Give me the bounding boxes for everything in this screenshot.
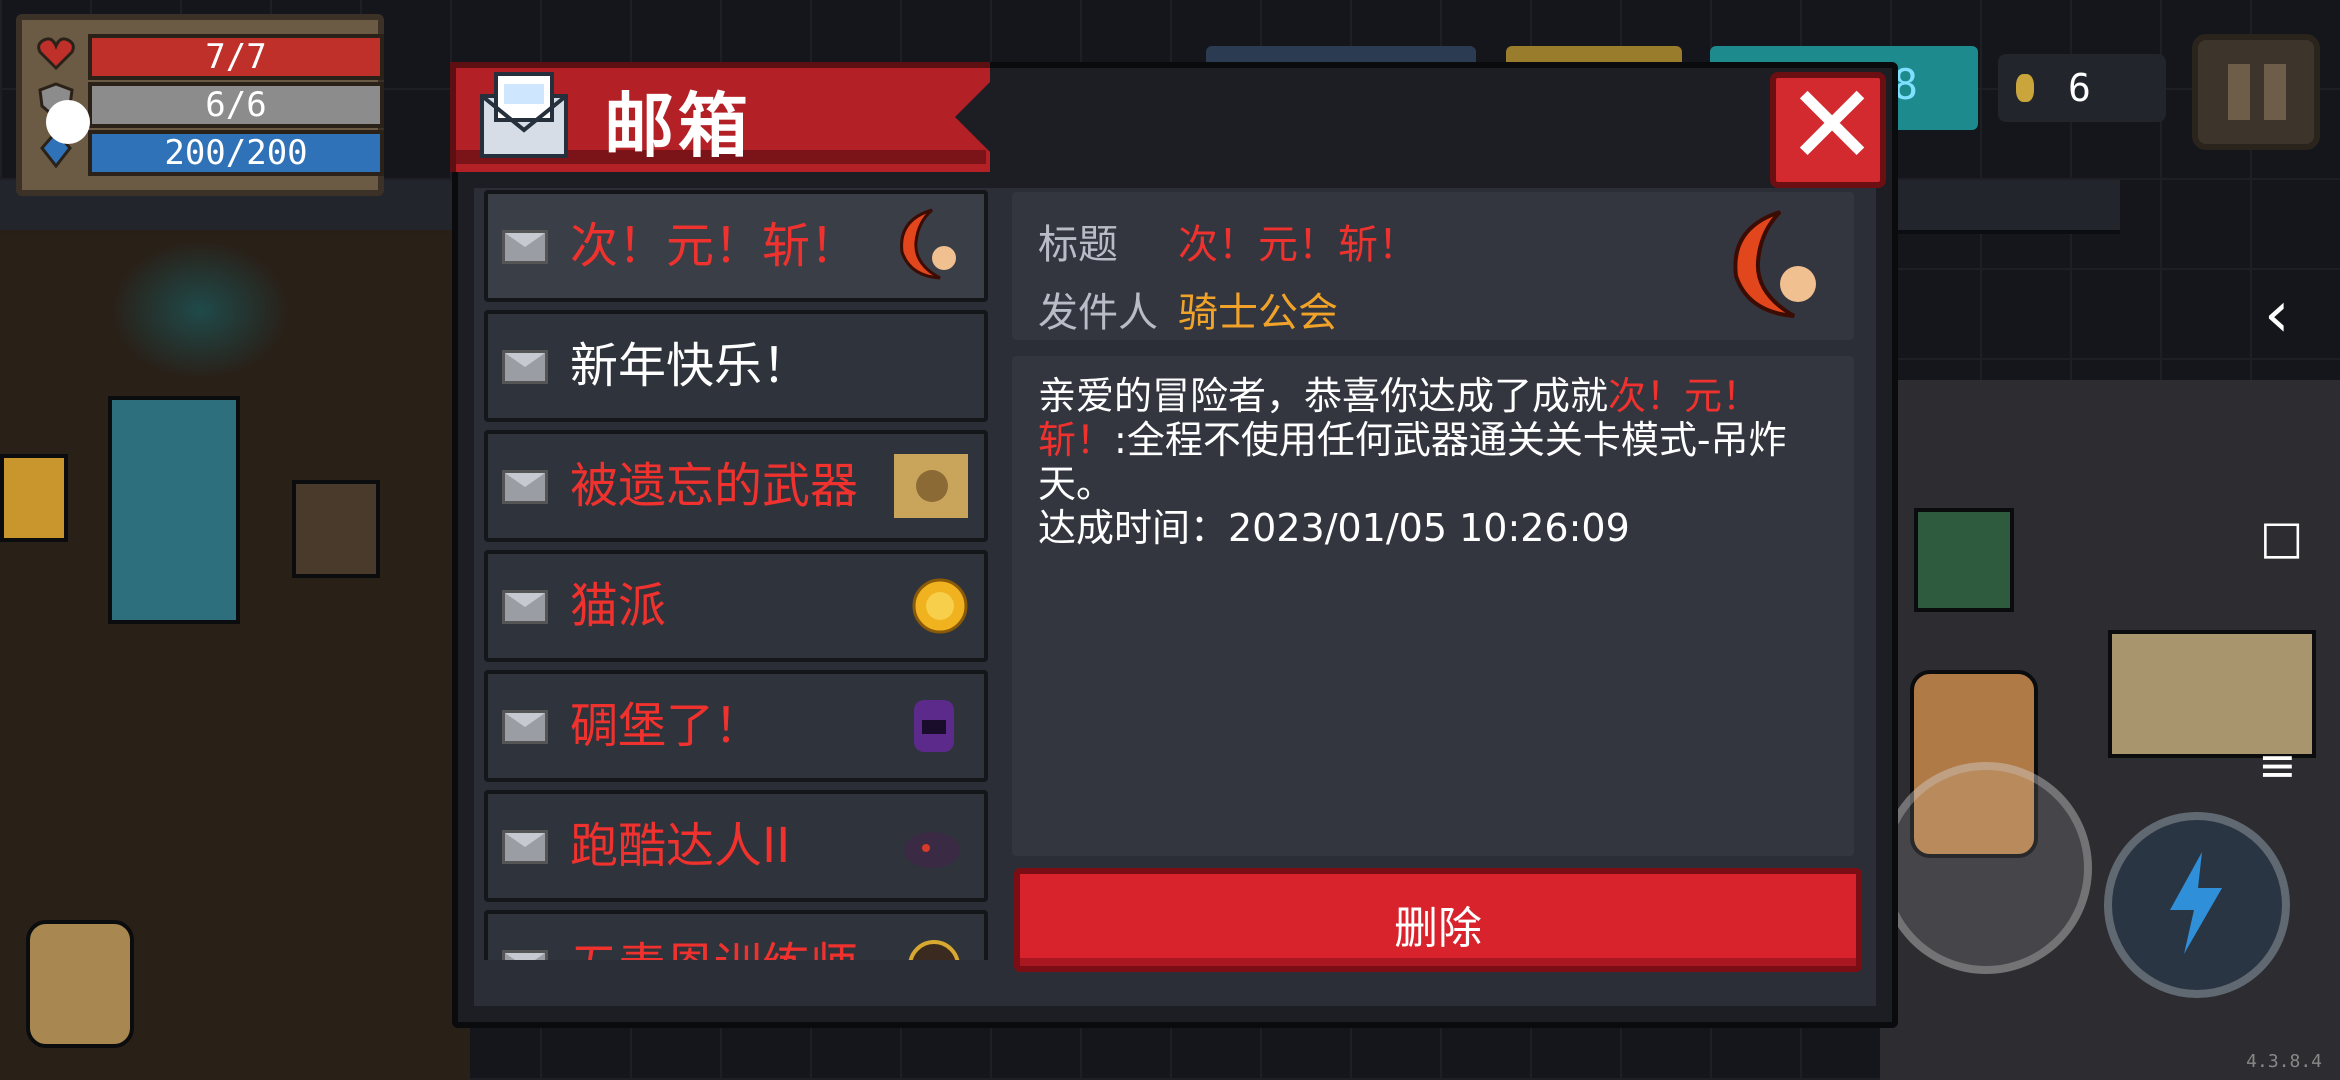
envelope-icon xyxy=(502,350,548,384)
home-nav-button[interactable]: □ xyxy=(2260,510,2303,564)
delete-button[interactable]: 删除 xyxy=(1014,868,1862,972)
mail-item-label: 碉堡了！ xyxy=(570,698,763,754)
mail-detail-body: 亲爱的冒险者，恭喜你达成了成就次！元！斩！:全程不使用任何武器通关关卡模式-吊炸… xyxy=(1012,356,1854,856)
mail-item[interactable]: 猫派 xyxy=(484,550,988,662)
mail-detail-header: 标题 次！元！斩！ 发件人 骑士公会 xyxy=(1012,192,1854,340)
mail-envelope-icon xyxy=(476,66,572,162)
sender-label: 发件人 xyxy=(1038,290,1158,336)
robot-npc xyxy=(0,454,68,542)
mail-item-label: 五毒恩训练师 xyxy=(570,938,858,960)
envelope-icon xyxy=(502,710,548,744)
coin-count: 6 xyxy=(2068,66,2091,110)
pause-icon xyxy=(2228,64,2250,120)
crescent-slash-icon xyxy=(1724,208,1834,324)
pause-icon-bar xyxy=(2264,64,2286,120)
mail-item-label: 被遗忘的武器 xyxy=(570,458,859,514)
pet-character xyxy=(26,920,134,1048)
mail-item-label: 新年快乐！ xyxy=(570,338,811,394)
envelope-icon xyxy=(502,590,548,624)
lightning-icon xyxy=(2170,852,2222,954)
weapon-skill-button[interactable] xyxy=(1880,762,2092,974)
envelope-icon xyxy=(502,230,548,264)
version-label: 4.3.8.4 xyxy=(2246,1051,2322,1072)
mail-item-label: 次！元！斩！ xyxy=(570,218,859,274)
sender-value: 骑士公会 xyxy=(1178,290,1338,336)
achieved-time: 达成时间：2023/01/05 10:26:09 xyxy=(1038,506,1630,550)
body-prefix: 亲爱的冒险者，恭喜你达成了成就 xyxy=(1038,374,1609,418)
delete-label: 删除 xyxy=(1394,903,1482,954)
green-cabinet xyxy=(1914,508,2014,612)
mail-item-label: 跑酷达人II xyxy=(570,818,791,874)
close-icon: ✕ xyxy=(1786,61,1879,189)
mail-item[interactable]: 碉堡了！ xyxy=(484,670,988,782)
mail-item[interactable]: 新年快乐！ xyxy=(484,310,988,422)
energy-bar: 200/200 xyxy=(88,130,384,176)
mail-item[interactable]: 被遗忘的武器 xyxy=(484,430,988,542)
close-button[interactable]: ✕ xyxy=(1770,61,1886,189)
heart-icon xyxy=(36,34,76,72)
mail-item-label: 猫派 xyxy=(570,578,667,634)
armor-bar: 6/6 xyxy=(88,82,384,128)
mail-body-text: 亲爱的冒险者，恭喜你达成了成就次！元！斩！:全程不使用任何武器通关关卡模式-吊炸… xyxy=(1038,374,1828,550)
mailbox-title: 邮箱 xyxy=(604,85,752,167)
coin-icon xyxy=(2016,74,2034,102)
mail-item[interactable]: 跑酷达人II xyxy=(484,790,988,902)
envelope-icon xyxy=(502,470,548,504)
purple-monster-icon xyxy=(892,686,970,764)
fist-scroll-icon xyxy=(892,446,970,524)
back-nav-button[interactable]: ‹ xyxy=(2264,278,2290,352)
envelope-icon xyxy=(502,950,548,960)
dark-monster-icon xyxy=(892,806,970,884)
vending-machine xyxy=(108,396,240,624)
light-glow xyxy=(110,240,290,380)
hp-bar: 7/7 xyxy=(88,34,384,80)
gold-coin-icon xyxy=(892,566,970,644)
mail-item[interactable]: 五毒恩训练师 xyxy=(484,910,988,960)
crescent-slash-icon xyxy=(892,206,970,284)
mail-list[interactable]: 次！元！斩！ 新年快乐！ 被遗忘的武器 猫派 碉堡了！ 跑酷达人II xyxy=(484,190,988,960)
envelope-icon xyxy=(502,830,548,864)
title-value: 次！元！斩！ xyxy=(1178,222,1418,268)
title-label: 标题 xyxy=(1038,222,1118,268)
lightning-skill-button[interactable] xyxy=(2104,812,2290,998)
menu-nav-button[interactable]: ≡ xyxy=(2258,738,2297,792)
joystick-dot[interactable] xyxy=(46,100,90,144)
coin-counter: 6 xyxy=(1998,54,2166,122)
gold-monster-icon xyxy=(892,926,970,960)
pause-button[interactable] xyxy=(2192,34,2320,150)
treasure-chest xyxy=(292,480,380,578)
body-suffix: :全程不使用任何武器通关关卡模式-吊炸天。 xyxy=(1038,418,1787,506)
mail-item[interactable]: 次！元！斩！ xyxy=(484,190,988,302)
